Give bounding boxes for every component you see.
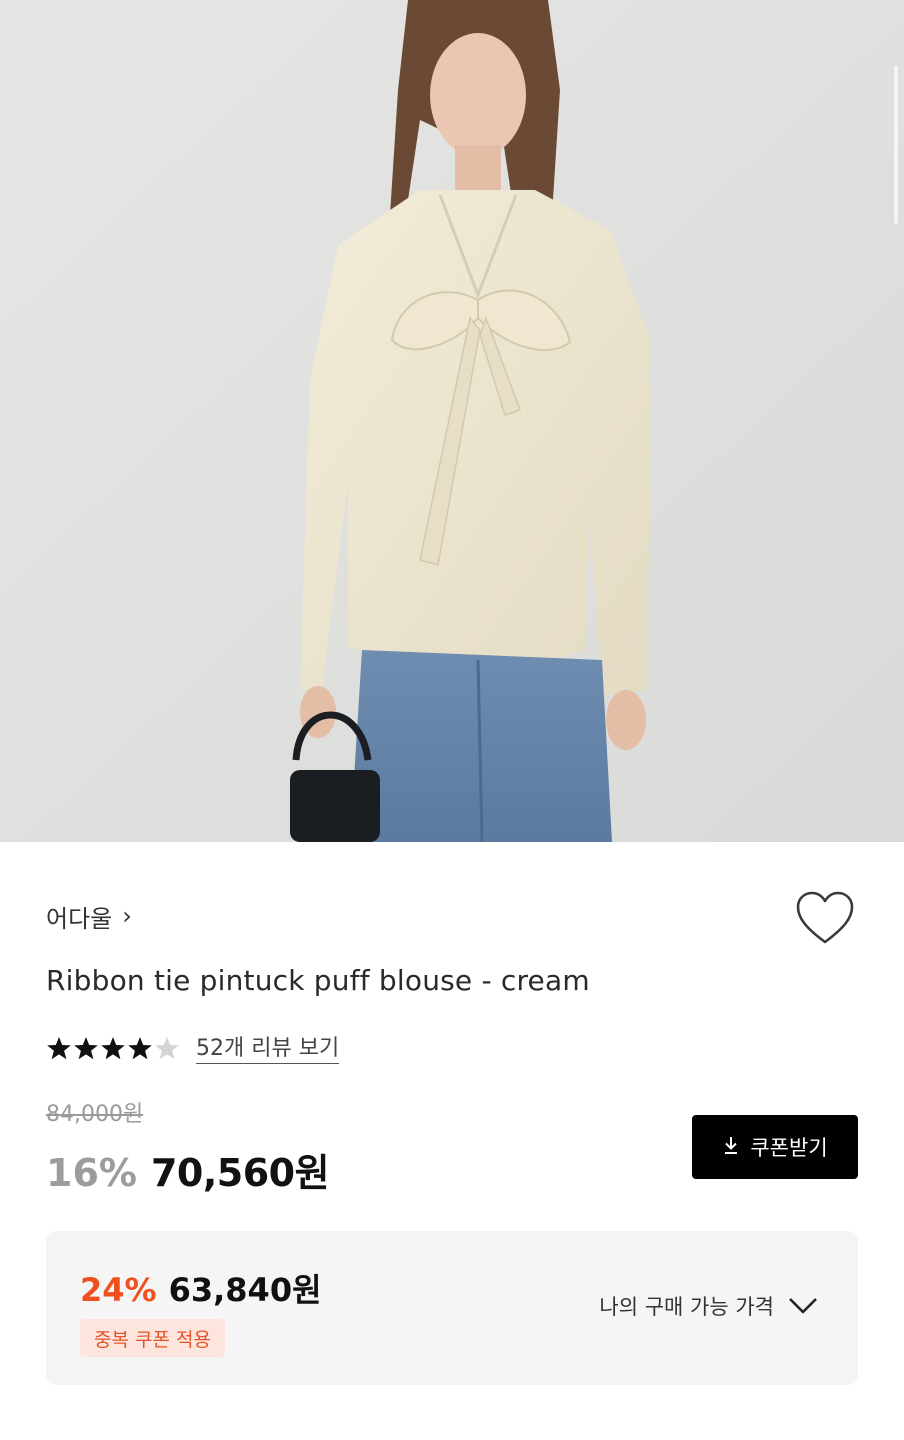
product-photo	[0, 0, 904, 842]
discount-rate: 16%	[46, 1151, 137, 1195]
my-price-box[interactable]: 24% 63,840원 중복 쿠폰 적용 나의 구매 가능 가격	[46, 1231, 858, 1385]
star-rating	[46, 1036, 182, 1062]
coupon-button-label: 쿠폰받기	[750, 1136, 828, 1160]
product-title: Ribbon tie pintuck puff blouse - cream	[46, 964, 590, 997]
my-price-row: 24% 63,840원	[80, 1265, 322, 1311]
original-price: 84,000원	[46, 1102, 144, 1127]
my-discount-rate: 24%	[80, 1271, 157, 1309]
my-price-label: 나의 구매 가능 가격	[599, 1295, 774, 1319]
stacked-coupon-badge: 중복 쿠폰 적용	[80, 1319, 225, 1357]
my-price-toggle[interactable]: 나의 구매 가능 가격	[599, 1291, 818, 1321]
chevron-right-icon: ›	[122, 902, 132, 930]
price-row: 16% 70,560원	[46, 1142, 330, 1195]
chevron-down-icon	[789, 1298, 817, 1314]
product-image[interactable]	[0, 0, 904, 842]
rating-row: 52개 리뷰 보기	[46, 1032, 340, 1066]
get-coupon-button[interactable]: 쿠폰받기	[692, 1115, 858, 1179]
reviews-link[interactable]: 52개 리뷰 보기	[196, 1035, 340, 1064]
stars-icon	[47, 1037, 179, 1060]
my-price: 63,840원	[168, 1271, 322, 1309]
download-icon	[722, 1135, 740, 1160]
brand-name: 어다울	[46, 904, 113, 933]
brand-link[interactable]: 어다울 ›	[46, 896, 132, 936]
product-detail-page: 어다울 › Ribbon tie pintuck puff blouse - c…	[0, 0, 904, 1440]
scroll-indicator[interactable]	[894, 66, 898, 224]
heart-outline-icon	[796, 891, 854, 944]
wishlist-button[interactable]	[794, 890, 856, 948]
sale-price: 70,560원	[150, 1151, 330, 1195]
